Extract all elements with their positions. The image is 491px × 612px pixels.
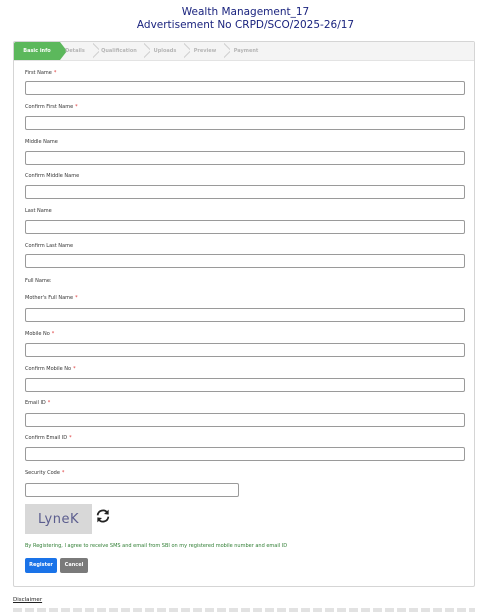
cancel-button[interactable]: Cancel	[60, 558, 88, 573]
step-qualification[interactable]: Qualification	[100, 42, 138, 60]
confirm-first-name-input[interactable]	[25, 116, 465, 130]
step-separator	[184, 42, 190, 60]
step-preview[interactable]: Preview	[192, 42, 218, 60]
confirm-middle-name-label: Confirm Middle Name	[25, 173, 80, 179]
step-details[interactable]: Details	[64, 42, 86, 60]
last-name-input[interactable]	[25, 220, 465, 234]
confirm-mobile-input[interactable]	[25, 378, 465, 392]
confirm-first-name-label: Confirm First Name *	[25, 104, 78, 110]
footer-text-cutoff	[13, 608, 475, 612]
consent-text: By Registering, I agree to receive SMS a…	[25, 543, 288, 549]
middle-name-input[interactable]	[25, 151, 465, 165]
last-name-label: Last Name	[25, 208, 52, 214]
mothers-name-label: Mother's Full Name *	[25, 295, 78, 301]
mobile-label: Mobile No *	[25, 331, 55, 337]
first-name-label: First Name *	[25, 70, 57, 76]
email-label: Email ID *	[25, 400, 51, 406]
mobile-input[interactable]	[25, 343, 465, 357]
register-button[interactable]: Register	[25, 558, 57, 573]
mothers-name-input[interactable]	[25, 308, 465, 322]
step-separator	[224, 42, 230, 60]
step-basic-info[interactable]: Basic info	[14, 42, 67, 60]
disclaimer-link[interactable]: Disclaimer	[13, 597, 42, 603]
step-uploads[interactable]: Uploads	[152, 42, 178, 60]
refresh-icon[interactable]	[95, 508, 111, 524]
captcha-text: LyneK	[37, 511, 79, 527]
full-name-label: Full Name:	[25, 278, 52, 284]
advertisement-number: Advertisement No CRPD/SCO/2025-26/17	[136, 19, 355, 31]
page-header: Wealth Management_17 Advertisement No CR…	[0, 0, 491, 32]
step-separator	[93, 42, 99, 60]
confirm-email-label: Confirm Email ID *	[25, 435, 72, 441]
security-code-label: Security Code *	[25, 470, 65, 476]
email-input[interactable]	[25, 413, 465, 427]
registration-form-card: Basic info Details Qualification Uploads…	[13, 41, 475, 587]
middle-name-label: Middle Name	[25, 139, 58, 145]
confirm-middle-name-input[interactable]	[25, 185, 465, 199]
step-payment[interactable]: Payment	[232, 42, 260, 60]
page-title: Wealth Management_17	[181, 6, 310, 18]
first-name-input[interactable]	[25, 81, 465, 95]
captcha-image: LyneK	[25, 504, 92, 534]
security-code-input[interactable]	[25, 483, 239, 497]
step-separator	[144, 42, 150, 60]
confirm-email-input[interactable]	[25, 447, 465, 461]
confirm-mobile-label: Confirm Mobile No *	[25, 366, 76, 372]
confirm-last-name-input[interactable]	[25, 254, 465, 268]
confirm-last-name-label: Confirm Last Name	[25, 243, 74, 249]
progress-steps: Basic info Details Qualification Uploads…	[14, 42, 474, 61]
